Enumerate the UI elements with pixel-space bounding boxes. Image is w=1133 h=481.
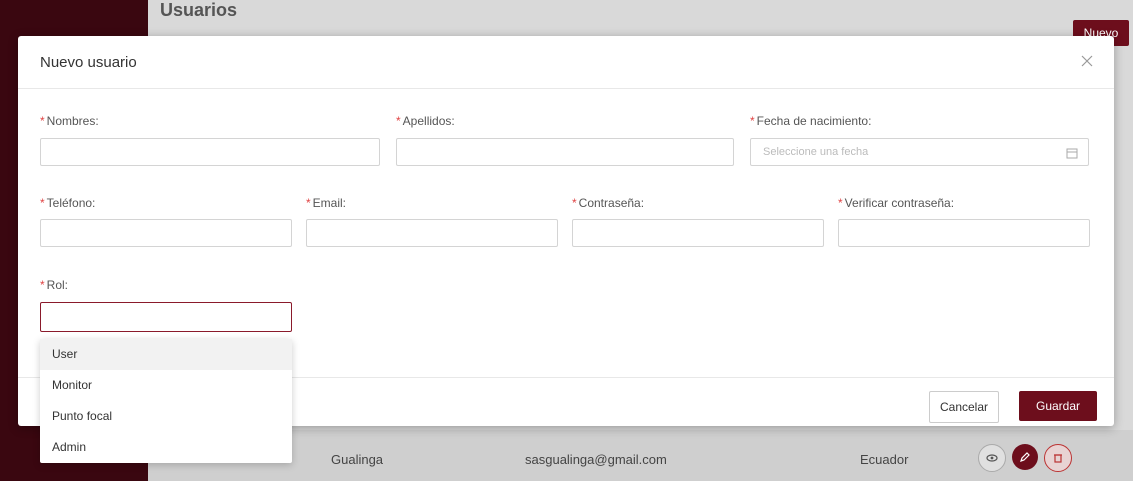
verificar-contrasena-field[interactable] — [838, 219, 1090, 247]
contrasena-field[interactable] — [572, 219, 824, 247]
telefono-label: * Teléfono: — [40, 196, 96, 210]
email-field[interactable] — [306, 219, 558, 247]
rol-option-user[interactable]: User — [40, 339, 292, 370]
rol-option-admin[interactable]: Admin — [40, 432, 292, 463]
view-icon[interactable] — [978, 444, 1006, 472]
fecha-nacimiento-picker[interactable]: Seleccione una fecha — [750, 138, 1089, 166]
close-icon[interactable] — [1078, 52, 1096, 70]
delete-icon[interactable] — [1044, 444, 1072, 472]
rol-dropdown: User Monitor Punto focal Admin — [40, 339, 292, 463]
apellidos-label: * Apellidos: — [396, 114, 455, 128]
edit-icon[interactable] — [1012, 444, 1038, 470]
telefono-field[interactable] — [40, 219, 292, 247]
cell-pais: Ecuador — [860, 452, 909, 467]
rol-select[interactable] — [40, 302, 292, 332]
page-title: Usuarios — [160, 0, 238, 20]
cell-apellido: Gualinga — [331, 452, 384, 467]
modal-header: Nuevo usuario — [18, 36, 1114, 89]
rol-option-punto-focal[interactable]: Punto focal — [40, 401, 292, 432]
fecha-label: * Fecha de nacimiento: — [750, 114, 872, 128]
calendar-icon — [1066, 146, 1078, 164]
email-label: * Email: — [306, 196, 347, 210]
rol-option-monitor[interactable]: Monitor — [40, 370, 292, 401]
verificar-label: * Verificar contraseña: — [838, 196, 955, 210]
cancel-button[interactable]: Cancelar — [929, 391, 999, 423]
nombres-field[interactable] — [40, 138, 380, 166]
save-button[interactable]: Guardar — [1019, 391, 1097, 421]
nombres-label: * Nombres: — [40, 114, 99, 128]
cell-email: sasgualinga@gmail.com — [525, 452, 667, 467]
apellidos-field[interactable] — [396, 138, 734, 166]
fecha-placeholder: Seleccione una fecha — [763, 146, 869, 158]
modal-title: Nuevo usuario — [40, 54, 137, 71]
contrasena-label: * Contraseña: — [572, 196, 645, 210]
rol-label: * Rol: — [40, 278, 69, 292]
row-actions — [978, 444, 1072, 472]
